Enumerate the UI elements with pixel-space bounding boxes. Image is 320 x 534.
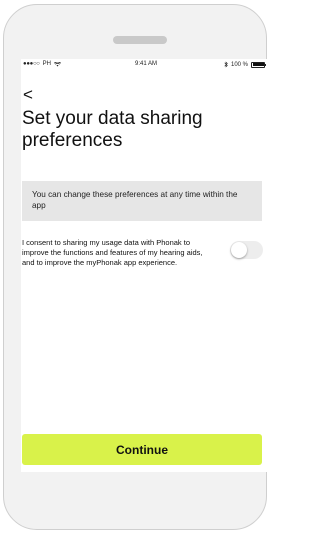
- status-bar: ●●●○○ PH 9:41 AM 100 %: [21, 59, 271, 71]
- battery-percent: 100 %: [230, 61, 248, 68]
- continue-button[interactable]: Continue: [22, 434, 262, 465]
- back-button[interactable]: <: [23, 86, 33, 103]
- status-right: 100 %: [224, 61, 266, 68]
- consent-toggle[interactable]: [230, 241, 263, 259]
- info-notice-text: You can change these preferences at any …: [32, 190, 238, 210]
- info-notice: You can change these preferences at any …: [22, 181, 262, 221]
- phone-speaker: [113, 36, 167, 44]
- page-title: Set your data sharing preferences: [22, 108, 203, 151]
- battery-level: [252, 63, 264, 66]
- bluetooth-icon: [224, 61, 228, 68]
- battery-icon: [251, 61, 266, 68]
- toggle-knob: [231, 242, 247, 258]
- consent-label: I consent to sharing my usage data with …: [22, 238, 203, 267]
